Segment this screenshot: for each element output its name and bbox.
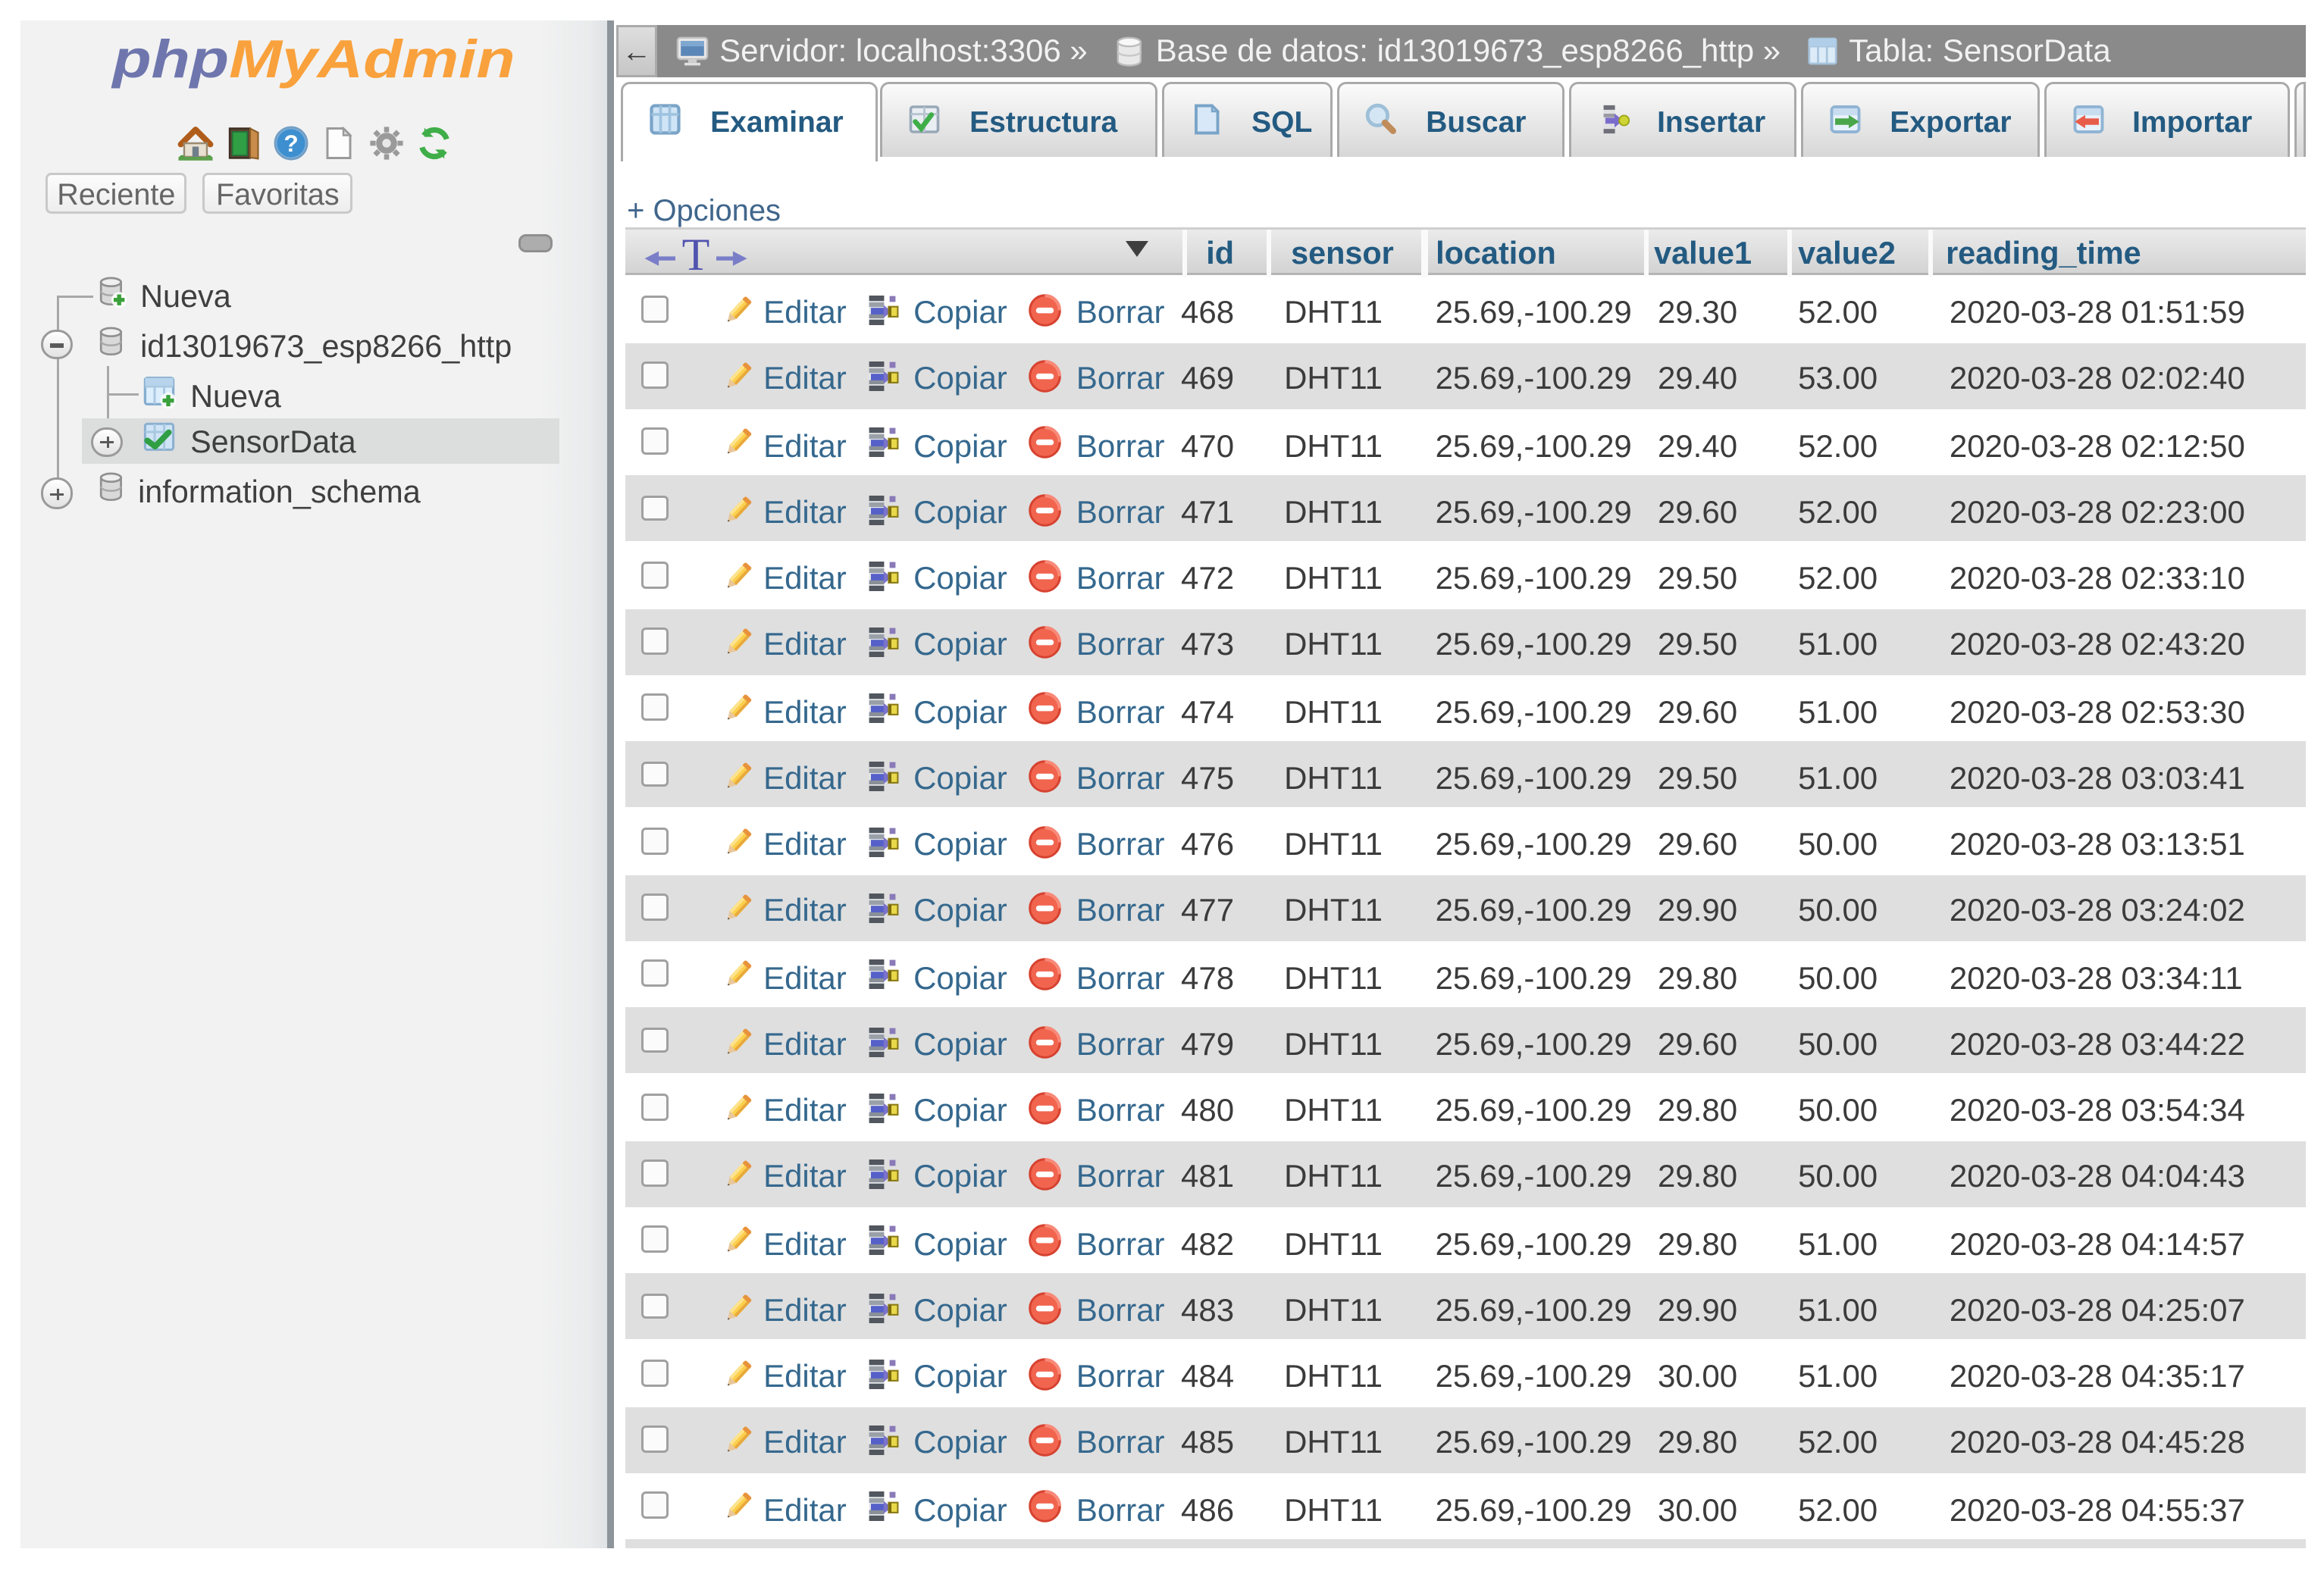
svg-text:T: T xyxy=(681,231,709,277)
svg-text:?: ? xyxy=(283,130,297,157)
